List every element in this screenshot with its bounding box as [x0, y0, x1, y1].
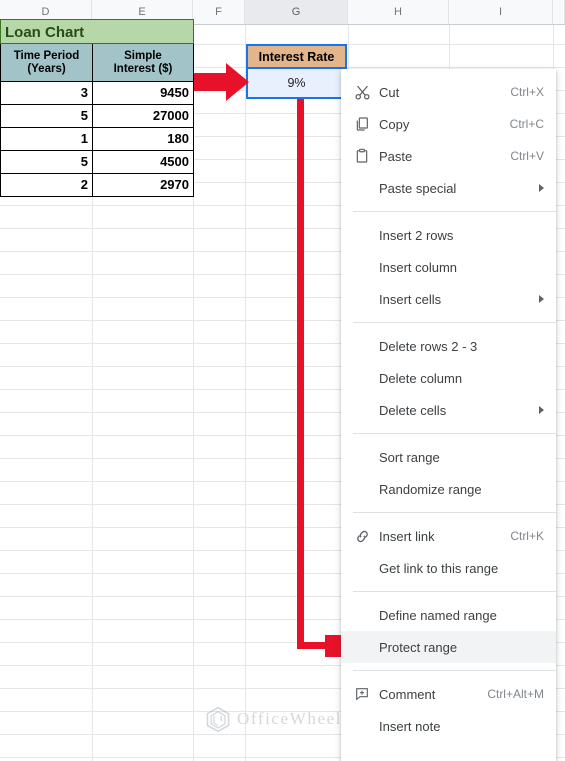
menu-item-label: Delete rows 2 - 3 [379, 338, 478, 354]
table-cell[interactable]: 1 [0, 128, 93, 151]
menu-item-label: Insert note [379, 718, 441, 734]
cut-icon [353, 83, 371, 101]
menu-item-insert-link[interactable]: Insert link Ctrl+K [341, 520, 556, 552]
table-row[interactable]: 5 27000 [0, 105, 194, 128]
paste-icon [353, 147, 371, 165]
menu-item-label: Copy [379, 116, 410, 132]
menu-item-insert-cells[interactable]: Insert cells [341, 283, 556, 315]
table-body: 3 9450 5 27000 1 180 5 4500 2 2970 [0, 82, 194, 197]
column-header-i[interactable]: I [449, 0, 553, 24]
menu-item-label: Delete cells [379, 402, 447, 418]
column-header-g[interactable]: G [245, 0, 348, 24]
table-cell[interactable]: 180 [92, 128, 194, 151]
menu-item-delete-column[interactable]: Delete column [341, 362, 556, 394]
menu-item-shortcut: Ctrl+V [510, 149, 544, 163]
menu-item-cut[interactable]: Cut Ctrl+X [341, 76, 556, 108]
annotation-arrow-right [194, 62, 249, 102]
table-cell[interactable]: 27000 [92, 105, 194, 128]
menu-item-label: Get link to this range [379, 560, 499, 576]
column-header-simple-interest: Simple Interest ($) [92, 44, 194, 82]
menu-item-shortcut: Ctrl+X [510, 85, 544, 99]
menu-item-label: Comment [379, 686, 436, 702]
menu-separator [353, 322, 556, 323]
table-row[interactable]: 3 9450 [0, 82, 194, 105]
spreadsheet-screenshot: DEFGHI Loan Chart Time Period (Years) Sim… [0, 0, 565, 761]
table-cell[interactable]: 9450 [92, 82, 194, 105]
interest-rate-header-cell[interactable]: Interest Rate [246, 44, 347, 69]
table-row[interactable]: 5 4500 [0, 151, 194, 174]
menu-item-label: Paste [379, 148, 413, 164]
menu-item-label: Insert cells [379, 291, 442, 307]
menu-item-define-named-range[interactable]: Define named range [341, 599, 556, 631]
table-row[interactable]: 2 2970 [0, 174, 194, 197]
menu-item-label: Insert column [379, 259, 458, 275]
menu-item-delete-rows-2-3[interactable]: Delete rows 2 - 3 [341, 330, 556, 362]
table-cell[interactable]: 4500 [92, 151, 194, 174]
comment-icon [353, 685, 371, 703]
menu-separator [353, 433, 556, 434]
column-header-time-period: Time Period (Years) [0, 44, 93, 82]
menu-separator [353, 512, 556, 513]
menu-item-paste[interactable]: Paste Ctrl+V [341, 140, 556, 172]
menu-item-delete-cells[interactable]: Delete cells [341, 394, 556, 426]
table-cell[interactable]: 2970 [92, 174, 194, 197]
copy-icon [353, 115, 371, 133]
menu-separator [353, 670, 556, 671]
menu-item-get-link-to-this-range[interactable]: Get link to this range [341, 552, 556, 584]
table-cell[interactable]: 5 [0, 105, 93, 128]
column-header-end[interactable] [553, 0, 565, 24]
menu-item-insert-2-rows[interactable]: Insert 2 rows [341, 219, 556, 251]
table-cell[interactable]: 3 [0, 82, 93, 105]
chevron-right-icon [539, 295, 544, 303]
loan-chart-table: Loan Chart Time Period (Years) Simple Inte… [0, 19, 194, 197]
menu-item-label: Randomize range [379, 481, 482, 497]
menu-item-insert-note[interactable]: Insert note [341, 710, 556, 742]
menu-item-label: Protect range [379, 639, 458, 655]
table-cell[interactable]: 2 [0, 174, 93, 197]
menu-item-label: Insert 2 rows [379, 227, 454, 243]
menu-item-label: Delete column [379, 370, 463, 386]
table-title: Loan Chart [0, 19, 194, 44]
menu-item-randomize-range[interactable]: Randomize range [341, 473, 556, 505]
menu-item-protect-range[interactable]: Protect range [341, 631, 556, 663]
menu-item-shortcut: Ctrl+Alt+M [487, 687, 544, 701]
column-header-f[interactable]: F [193, 0, 245, 24]
menu-separator [353, 211, 556, 212]
menu-item-label: Insert link [379, 528, 435, 544]
interest-rate-value-cell[interactable]: 9% [246, 69, 347, 99]
table-row[interactable]: 1 180 [0, 128, 194, 151]
menu-item-insert-column[interactable]: Insert column [341, 251, 556, 283]
link-icon [353, 527, 371, 545]
column-header-h[interactable]: H [348, 0, 449, 24]
menu-item-label: Paste special [379, 180, 457, 196]
menu-item-paste-special[interactable]: Paste special [341, 172, 556, 204]
menu-item-label: Define named range [379, 607, 497, 623]
menu-item-sort-range[interactable]: Sort range [341, 441, 556, 473]
chevron-right-icon [539, 184, 544, 192]
table-header-row: Time Period (Years) Simple Interest ($) [0, 44, 194, 82]
chevron-right-icon [539, 406, 544, 414]
menu-item-comment[interactable]: Comment Ctrl+Alt+M [341, 678, 556, 710]
menu-item-shortcut: Ctrl+K [510, 529, 544, 543]
table-cell[interactable]: 5 [0, 151, 93, 174]
annotation-line-vertical [297, 99, 304, 649]
menu-item-shortcut: Ctrl+C [509, 117, 544, 131]
menu-item-label: Cut [379, 84, 400, 100]
menu-separator [353, 591, 556, 592]
menu-item-copy[interactable]: Copy Ctrl+C [341, 108, 556, 140]
menu-item-label: Sort range [379, 449, 440, 465]
context-menu[interactable]: Cut Ctrl+X Copy Ctrl+C Paste Ctrl+V Paste spec… [341, 69, 556, 761]
